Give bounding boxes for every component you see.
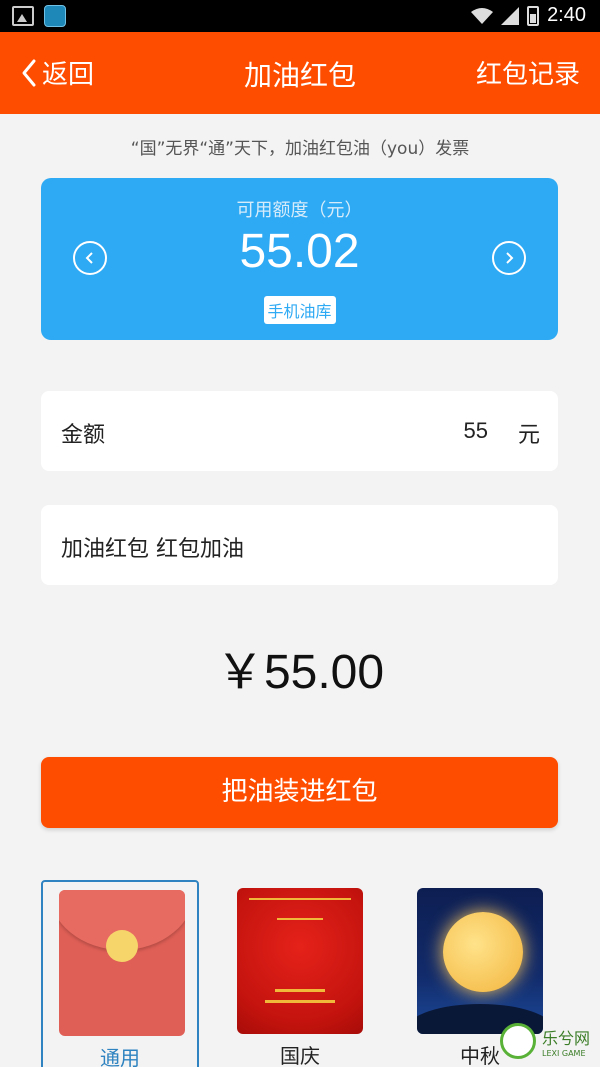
slogan-text: “国”无界“通”天下，加油红包油（you）发票	[130, 139, 470, 159]
watermark-text: 乐兮网	[541, 1028, 590, 1048]
message-field[interactable]: 加油红包 红包加油	[41, 505, 558, 585]
amount-field[interactable]: 金额 55 元	[41, 391, 558, 471]
clock: 2:40	[547, 4, 586, 26]
theme-thumbnail-mid-autumn	[417, 888, 543, 1034]
chevron-right-icon	[506, 252, 514, 264]
balance-source-badge: 手机油库	[263, 296, 336, 324]
available-balance-label: 可用额度（元）	[236, 200, 363, 221]
total-amount: ￥55.00	[215, 646, 385, 699]
amount-input-value[interactable]: 55	[464, 418, 488, 444]
app-header: 返回 加油红包 红包记录	[0, 32, 600, 114]
app-notification-icon	[44, 5, 66, 27]
battery-icon	[527, 5, 540, 26]
watermark: 乐兮网 LEXI GAME	[499, 1023, 590, 1059]
theme-thumbnail-general	[59, 890, 185, 1036]
theme-label-general: 通用	[100, 1046, 140, 1067]
put-oil-in-packet-button[interactable]: 把油装进红包	[41, 757, 558, 828]
theme-label-national-day: 国庆	[280, 1044, 320, 1067]
theme-card-general[interactable]: 通用	[41, 880, 199, 1067]
status-bar: 2:40	[0, 0, 600, 32]
red-packet-records-link[interactable]: 红包记录	[476, 54, 580, 91]
balance-card: 可用额度（元） 55.02 手机油库	[41, 178, 558, 340]
amount-label: 金额	[61, 423, 106, 448]
wifi-icon	[471, 7, 494, 24]
watermark-logo-icon	[499, 1023, 536, 1059]
message-input-value[interactable]: 加油红包 红包加油	[61, 531, 244, 563]
signal-icon	[501, 6, 520, 25]
theme-card-national-day[interactable]: 国庆	[221, 880, 379, 1067]
next-source-button[interactable]	[492, 241, 526, 275]
watermark-subtext: LEXI GAME	[541, 1048, 586, 1058]
available-balance-value: 55.02	[239, 225, 360, 278]
amount-unit: 元	[517, 423, 540, 448]
theme-thumbnail-national-day	[237, 888, 363, 1034]
image-notification-icon	[12, 6, 34, 26]
